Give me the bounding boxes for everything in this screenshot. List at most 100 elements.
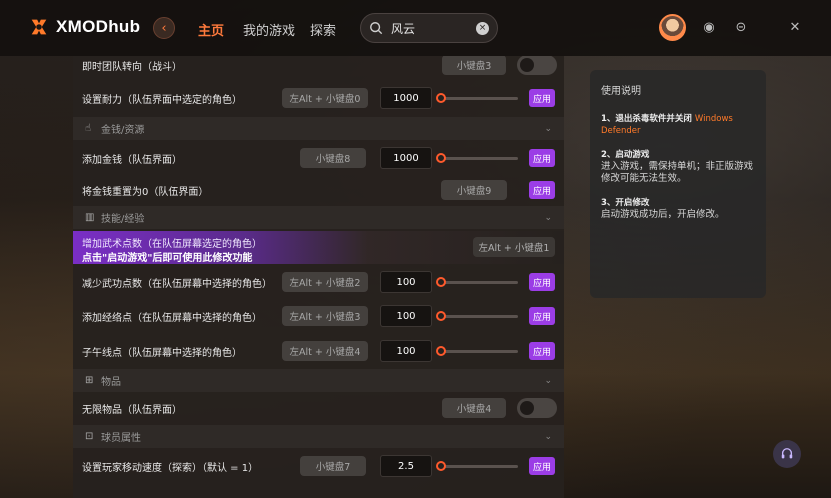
- value-input[interactable]: 100: [380, 271, 432, 293]
- row-label: 无限物品（队伍界面）: [82, 404, 182, 416]
- logo: XMODhub: [28, 16, 140, 38]
- row-label: 即时团队转向（战斗）: [82, 61, 182, 73]
- slider-track: [440, 97, 518, 100]
- list-item: 设置耐力（队伍界面中选定的角色） 左Alt + 小键盘0 1000 应用: [73, 81, 564, 115]
- settings-icon[interactable]: ◉: [701, 20, 717, 36]
- instruction-step-1: 1、退出杀毒软件并关闭 Windows Defender: [601, 113, 755, 137]
- list-item: 减少武功点数（在队伍屏幕中选择的角色） 左Alt + 小键盘2 100 应用: [73, 265, 564, 299]
- section-label: 技能/经验: [101, 214, 145, 225]
- value-slider[interactable]: [436, 92, 518, 104]
- value-input[interactable]: 1000: [380, 87, 432, 109]
- cheat-list-panel: 即时团队转向（战斗） 小键盘3 设置耐力（队伍界面中选定的角色） 左Alt + …: [73, 56, 564, 498]
- list-item: 无限物品（队伍界面） 小键盘4: [73, 391, 564, 425]
- value-slider[interactable]: [436, 310, 518, 322]
- back-button[interactable]: ‹: [153, 17, 175, 39]
- nav-explore[interactable]: 探索: [310, 20, 336, 39]
- section-items[interactable]: ⊞ 物品 ⌄: [73, 369, 564, 392]
- toggle-switch[interactable]: [517, 398, 557, 418]
- row-label: 设置耐力（队伍界面中选定的角色）: [82, 94, 242, 106]
- plus-box-icon: ⊞: [85, 375, 94, 386]
- bar-chart-icon: ▥: [85, 212, 95, 223]
- hotkey-button[interactable]: 小键盘4: [442, 398, 506, 418]
- search-box[interactable]: ×: [360, 13, 498, 43]
- step-3-title: 3、开启修改: [601, 198, 650, 208]
- slider-thumb[interactable]: [436, 311, 446, 321]
- hotkey-button[interactable]: 左Alt + 小键盘2: [282, 272, 368, 292]
- clear-search-icon[interactable]: ×: [476, 21, 489, 35]
- row-label: 添加金钱（队伍界面）: [82, 154, 182, 166]
- chevron-down-icon: ⌄: [544, 375, 552, 386]
- row-label: 增加武术点数（在队伍屏幕选定的角色）: [82, 239, 262, 250]
- locked-row-notice[interactable]: 增加武术点数（在队伍屏幕选定的角色） 点击"启动游戏"后即可使用此修改功能 左A…: [73, 231, 564, 264]
- instructions-panel: 使用说明 1、退出杀毒软件并关闭 Windows Defender 2、启动游戏…: [590, 70, 766, 298]
- step-2-desc: 进入游戏，需保持单机；非正版游戏修改可能无法生效。: [601, 161, 754, 184]
- launch-game-notice: 点击"启动游戏"后即可使用此修改功能: [82, 253, 253, 264]
- hotkey-button[interactable]: 左Alt + 小键盘3: [282, 306, 368, 326]
- hotkey-button[interactable]: 左Alt + 小键盘1: [473, 237, 555, 257]
- step-3-desc: 启动游戏成功后，开启修改。: [601, 209, 725, 220]
- apply-button[interactable]: 应用: [529, 307, 555, 325]
- hotkey-button[interactable]: 左Alt + 小键盘0: [282, 88, 368, 108]
- slider-thumb[interactable]: [436, 277, 446, 287]
- chevron-down-icon: ⌄: [544, 123, 552, 134]
- slider-thumb[interactable]: [436, 346, 446, 356]
- apply-button[interactable]: 应用: [529, 457, 555, 475]
- section-skills[interactable]: ▥ 技能/经验 ⌄: [73, 206, 564, 229]
- row-label: 子午线点（队伍屏幕中选择的角色）: [82, 347, 242, 359]
- arrow-left-icon: ‹: [161, 20, 167, 36]
- slider-thumb[interactable]: [436, 461, 446, 471]
- grid-icon: ⊡: [85, 431, 94, 442]
- list-item: 将金钱重置为0（队伍界面） 小键盘9 应用: [73, 173, 564, 207]
- hotkey-button[interactable]: 小键盘3: [442, 56, 506, 75]
- support-button[interactable]: [773, 440, 801, 468]
- minimize-icon[interactable]: ⊝: [733, 20, 749, 36]
- instructions-title: 使用说明: [601, 86, 641, 97]
- nav-home[interactable]: 主页: [198, 20, 224, 39]
- apply-button[interactable]: 应用: [529, 149, 555, 167]
- search-input[interactable]: [391, 21, 475, 35]
- value-input[interactable]: 100: [380, 305, 432, 327]
- section-label: 金钱/资源: [101, 125, 145, 136]
- hotkey-button[interactable]: 小键盘7: [300, 456, 366, 476]
- slider-track: [440, 350, 518, 353]
- close-icon[interactable]: ✕: [787, 20, 803, 36]
- section-money[interactable]: ☝ 金钱/资源 ⌄: [73, 117, 564, 140]
- value-slider[interactable]: [436, 152, 518, 164]
- apply-button[interactable]: 应用: [529, 89, 555, 107]
- value-input[interactable]: 2.5: [380, 455, 432, 477]
- step-title: 1、退出杀毒软件并关闭 Windows Defender: [601, 113, 755, 137]
- instruction-step-3: 3、开启修改 启动游戏成功后，开启修改。: [601, 197, 755, 221]
- section-label: 球员属性: [101, 433, 141, 444]
- slider-thumb[interactable]: [436, 153, 446, 163]
- toggle-knob: [520, 58, 534, 72]
- chevron-down-icon: ⌄: [544, 431, 552, 442]
- step-1-title: 1、退出杀毒软件并关闭: [601, 114, 692, 124]
- apply-button[interactable]: 应用: [529, 273, 555, 291]
- nav-my-games[interactable]: 我的游戏: [243, 20, 295, 39]
- value-slider[interactable]: [436, 460, 518, 472]
- apply-button[interactable]: 应用: [529, 342, 555, 360]
- slider-track: [440, 315, 518, 318]
- step-2-title: 2、启动游戏: [601, 150, 650, 160]
- list-item: 添加经络点（在队伍屏幕中选择的角色） 左Alt + 小键盘3 100 应用: [73, 299, 564, 333]
- slider-thumb[interactable]: [436, 93, 446, 103]
- hotkey-button[interactable]: 左Alt + 小键盘4: [282, 341, 368, 361]
- hotkey-button[interactable]: 小键盘8: [300, 148, 366, 168]
- section-player-attributes[interactable]: ⊡ 球员属性 ⌄: [73, 425, 564, 448]
- avatar[interactable]: [659, 14, 686, 41]
- value-input[interactable]: 1000: [380, 147, 432, 169]
- slider-track: [440, 281, 518, 284]
- search-icon: [370, 22, 383, 35]
- hand-coin-icon: ☝: [85, 123, 92, 134]
- row-label: 将金钱重置为0（队伍界面）: [82, 186, 209, 198]
- toggle-switch[interactable]: [517, 56, 557, 75]
- app-name: XMODhub: [56, 17, 141, 36]
- value-slider[interactable]: [436, 276, 518, 288]
- list-item: 添加金钱（队伍界面） 小键盘8 1000 应用: [73, 141, 564, 175]
- value-slider[interactable]: [436, 345, 518, 357]
- value-input[interactable]: 100: [380, 340, 432, 362]
- slider-track: [440, 157, 518, 160]
- hotkey-button[interactable]: 小键盘9: [441, 180, 507, 200]
- apply-button[interactable]: 应用: [529, 181, 555, 199]
- row-label: 设置玩家移动速度（探索）（默认 = 1）: [82, 462, 259, 474]
